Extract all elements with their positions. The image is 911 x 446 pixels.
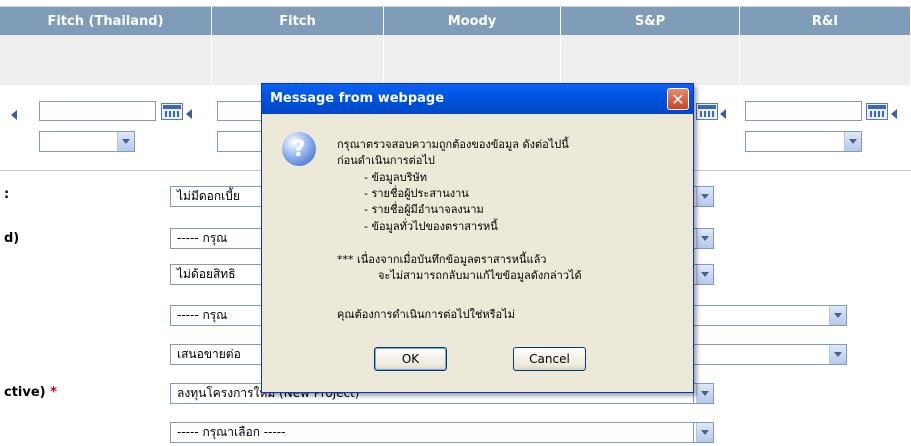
question-icon: ? bbox=[282, 132, 316, 166]
top-border bbox=[0, 0, 911, 7]
date-input[interactable] bbox=[745, 101, 862, 121]
calendar-icon[interactable] bbox=[161, 103, 183, 120]
form-select[interactable] bbox=[690, 305, 847, 326]
form-select[interactable]: ----- กรุณ bbox=[170, 228, 270, 249]
field-label: : bbox=[4, 187, 10, 202]
calendar-icon[interactable] bbox=[696, 103, 718, 120]
field-label: ctive) * bbox=[4, 385, 57, 400]
interest-type-select[interactable]: ไม่มีดอกเบี้ย bbox=[170, 186, 270, 207]
dialog-message-line: คุณต้องการดำเนินการต่อไปใช่หรือไม่ bbox=[337, 308, 515, 321]
subordination-select[interactable]: ไม่ด้อยสิทธิ bbox=[170, 264, 270, 285]
arrow-left-icon[interactable] bbox=[186, 109, 192, 119]
column-header-moody: Moody bbox=[384, 7, 561, 35]
message-dialog: Message from webpage ✕ ? กรุณาตรวจสอบควา… bbox=[261, 83, 694, 393]
column-header-fitch: Fitch bbox=[212, 7, 384, 35]
dialog-message-line: - รายชื่อผู้มีอำนาจลงนาม bbox=[364, 203, 484, 216]
column-header-sp: S&P bbox=[561, 7, 740, 35]
close-button[interactable]: ✕ bbox=[667, 88, 689, 110]
select-arrow[interactable] bbox=[693, 422, 714, 443]
dialog-message-line: จะไม่สามารถกลับมาแก้ไขข้อมูลดังกล่าวได้ bbox=[378, 269, 582, 282]
arrow-left-icon[interactable] bbox=[891, 109, 897, 119]
dialog-message-line: ก่อนดำเนินการต่อไป bbox=[337, 154, 435, 167]
dialog-message-line: - ข้อมูลทั่วไปของตราสารหนี้ bbox=[364, 220, 498, 233]
cancel-button[interactable]: Cancel bbox=[513, 347, 586, 371]
select-arrow[interactable] bbox=[693, 264, 714, 285]
select-arrow[interactable] bbox=[693, 383, 714, 404]
calendar-icon[interactable] bbox=[866, 103, 888, 120]
rating-select[interactable] bbox=[39, 131, 135, 152]
field-label: d) bbox=[4, 231, 20, 246]
date-input[interactable] bbox=[39, 101, 156, 121]
rating-row-cell bbox=[212, 35, 384, 85]
select-arrow[interactable] bbox=[693, 228, 714, 249]
rating-select[interactable] bbox=[745, 131, 862, 152]
rating-row-cell bbox=[740, 35, 911, 85]
rating-row-cell bbox=[384, 35, 561, 85]
required-marker: * bbox=[50, 385, 57, 400]
rating-row-cell bbox=[0, 35, 212, 85]
form-select[interactable] bbox=[690, 344, 847, 365]
column-header-fitch-thailand: Fitch (Thailand) bbox=[0, 7, 212, 35]
prev-arrow-icon[interactable] bbox=[11, 110, 17, 120]
rating-row-cell bbox=[561, 35, 740, 85]
offering-type-select[interactable]: เสนอขายต่อ bbox=[170, 344, 270, 365]
ok-button[interactable]: OK bbox=[374, 347, 447, 371]
column-header-ri: R&I bbox=[740, 7, 911, 35]
select-arrow[interactable] bbox=[693, 186, 714, 207]
dialog-title: Message from webpage bbox=[262, 84, 693, 114]
arrow-left-icon[interactable] bbox=[720, 109, 726, 119]
form-select[interactable]: ----- กรุณ bbox=[170, 305, 270, 326]
form-select[interactable]: ----- กรุณาเลือก ----- bbox=[170, 422, 714, 443]
